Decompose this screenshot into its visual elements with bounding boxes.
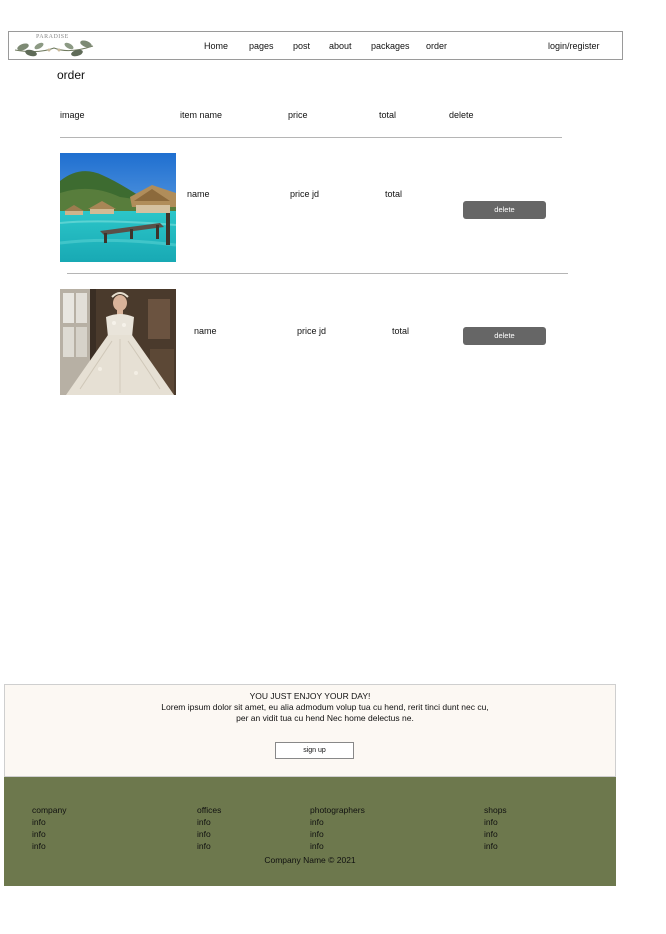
nav-about[interactable]: about [329,41,352,51]
header-price: price [288,110,308,120]
footer-column-title: offices [197,805,222,815]
footer-link[interactable]: info [197,828,221,840]
row-1-delete-button[interactable]: delete [463,201,546,219]
row-2-total: total [392,326,410,336]
footer-column-offices: offices info info info [197,804,221,852]
page-title: order [57,68,86,82]
footer-link[interactable]: info [32,828,67,840]
footer-link[interactable]: info [197,816,221,828]
nav-login-register[interactable]: login/register [548,41,600,51]
footer-link[interactable]: info [484,828,507,840]
copyright-text: Company Name © 2021 [264,855,356,865]
footer-column-title: photographers [310,805,365,815]
nav-pages[interactable]: pages [249,41,274,51]
overwater-bungalows-photo [60,153,176,262]
row-2-delete-button[interactable]: delete [463,327,546,345]
footer-link[interactable]: info [310,816,365,828]
promo-section: YOU JUST ENJOY YOUR DAY! Lorem ipsum dol… [4,684,616,777]
footer-column-title: company [32,805,67,815]
footer-link[interactable]: info [32,816,67,828]
nav-order[interactable]: order [426,41,447,51]
row-2-item-name: name [194,326,217,336]
header-delete: delete [449,110,474,120]
row-divider [67,273,568,274]
brand-logo[interactable]: PARADISE [9,32,99,60]
footer-link[interactable]: info [32,840,67,852]
row-1-item-name: name [187,189,210,199]
header-total: total [379,110,397,120]
header-divider [60,137,562,138]
logo-text: PARADISE [36,34,69,40]
footer-column-company: company info info info [32,804,67,852]
nav-home[interactable]: Home [204,41,228,51]
footer-link[interactable]: info [310,840,365,852]
nav-packages[interactable]: packages [371,41,410,51]
footer-column-photographers: photographers info info info [310,804,365,852]
header-item-name: item name [180,110,223,120]
footer-column-shops: shops info info info [484,804,507,852]
footer-column-title: shops [484,805,507,815]
footer-link[interactable]: info [310,828,365,840]
footer-link[interactable]: info [484,840,507,852]
header-image: image [60,110,85,120]
footer: company info info info offices info info… [4,777,616,886]
navbar: PARADISE Home pages post about packages … [8,31,623,60]
row-1-total: total [385,189,403,199]
sign-up-button[interactable]: sign up [275,742,354,759]
row-2-price: price jd [297,326,327,336]
promo-text: Lorem ipsum dolor sit amet, eu alia admo… [161,702,489,723]
row-1-price: price jd [290,189,320,199]
wedding-dress-photo [60,289,176,395]
footer-link[interactable]: info [484,816,507,828]
nav-post[interactable]: post [293,41,310,51]
promo-title: YOU JUST ENJOY YOUR DAY! [249,691,371,701]
footer-link[interactable]: info [197,840,221,852]
